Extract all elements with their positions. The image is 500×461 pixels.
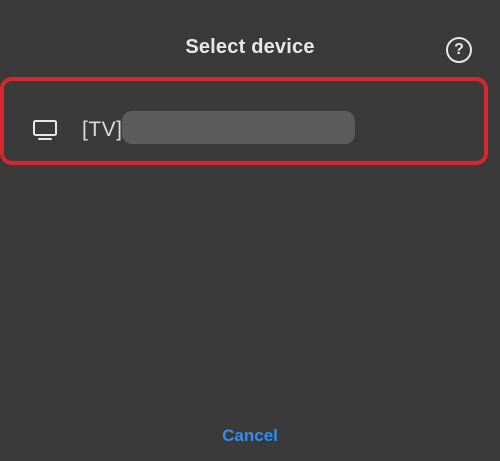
help-glyph: ? [454,41,464,58]
tv-icon [33,120,57,140]
dialog-title: Select device [185,36,315,58]
device-name-prefix: [TV] [82,118,123,141]
cancel-button[interactable]: Cancel [0,426,500,446]
help-icon[interactable]: ? [446,37,472,63]
redacted-device-name [122,111,355,144]
select-device-dialog: Select device ? [TV] Cancel [0,0,500,461]
